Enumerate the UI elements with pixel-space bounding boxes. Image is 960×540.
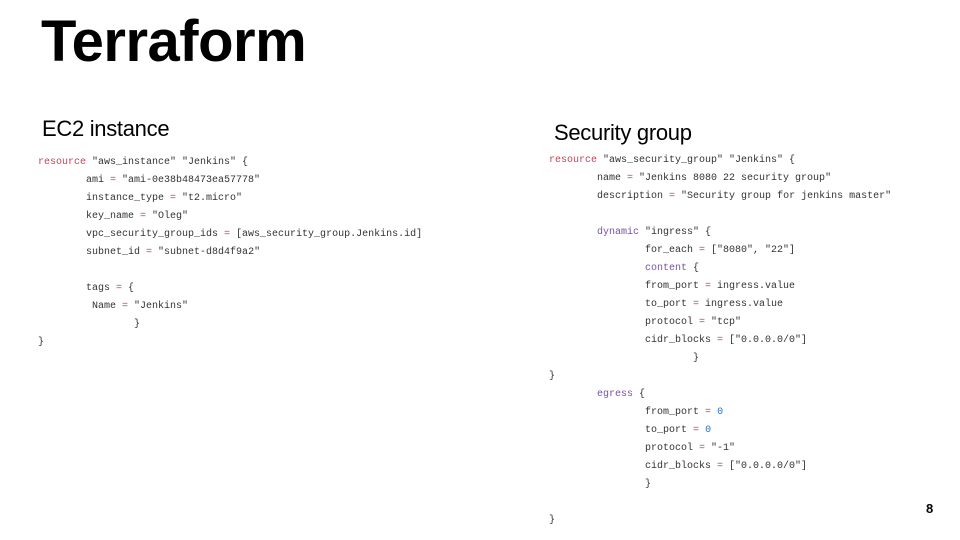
code-line: ami = "ami-0e38b48473ea57778" — [38, 172, 422, 190]
code-token: { — [687, 263, 700, 274]
code-line: from_port = 0 — [549, 404, 891, 422]
code-token: resource — [38, 157, 87, 168]
code-token: name — [549, 173, 628, 184]
code-line: instance_type = "t2.micro" — [38, 190, 422, 208]
code-token: dynamic — [597, 227, 640, 238]
code-line: resource "aws_security_group" "Jenkins" … — [549, 152, 891, 170]
code-token: ["0.0.0.0/0"] — [723, 461, 808, 472]
code-token: "Security group for jenkins master" — [675, 191, 892, 202]
code-token: key_name — [38, 211, 141, 222]
code-token: 0 — [705, 425, 712, 436]
code-token: cidr_blocks — [549, 461, 718, 472]
code-token: subnet_id — [38, 247, 147, 258]
code-line: to_port = ingress.value — [549, 296, 891, 314]
code-token: "aws_instance" "Jenkins" { — [86, 157, 249, 168]
code-token: [aws_security_group.Jenkins.id] — [230, 229, 423, 240]
ec2-code-block: resource "aws_instance" "Jenkins" { ami … — [38, 154, 422, 352]
code-line: subnet_id = "subnet-d8d4f9a2" — [38, 244, 422, 262]
code-token: "tcp" — [705, 317, 742, 328]
code-token: "ingress" { — [639, 227, 712, 238]
code-line: } — [38, 316, 422, 334]
code-token: 0 — [717, 407, 724, 418]
code-token: } — [549, 371, 556, 382]
security-group-heading: Security group — [554, 120, 692, 145]
code-token: vpc_security_group_ids — [38, 229, 225, 240]
code-line: vpc_security_group_ids = [aws_security_g… — [38, 226, 422, 244]
code-token: { — [122, 283, 135, 294]
code-token: content — [645, 263, 688, 274]
code-line: to_port = 0 — [549, 422, 891, 440]
code-line: } — [549, 368, 891, 386]
code-token: resource — [549, 155, 598, 166]
security-group-code-block: resource "aws_security_group" "Jenkins" … — [549, 152, 891, 530]
code-line: content { — [549, 260, 891, 278]
code-token: } — [38, 319, 141, 330]
code-token: "Oleg" — [146, 211, 189, 222]
code-token: "-1" — [705, 443, 736, 454]
code-token: protocol — [549, 443, 700, 454]
code-token: description — [549, 191, 670, 202]
code-line: tags = { — [38, 280, 422, 298]
code-line: for_each = ["8080", "22"] — [549, 242, 891, 260]
code-line: } — [549, 476, 891, 494]
code-token: to_port — [549, 425, 694, 436]
code-line: resource "aws_instance" "Jenkins" { — [38, 154, 422, 172]
code-token: to_port — [549, 299, 694, 310]
ec2-heading: EC2 instance — [42, 116, 170, 141]
code-line: key_name = "Oleg" — [38, 208, 422, 226]
code-line: name = "Jenkins 8080 22 security group" — [549, 170, 891, 188]
code-token: } — [549, 353, 700, 364]
code-line: cidr_blocks = ["0.0.0.0/0"] — [549, 332, 891, 350]
slide-title: Terraform — [41, 9, 307, 74]
code-token: for_each — [549, 245, 700, 256]
code-token: "ami-0e38b48473ea57778" — [116, 175, 261, 186]
page-number: 8 — [926, 501, 934, 516]
code-line: description = "Security group for jenkin… — [549, 188, 891, 206]
code-token: from_port — [549, 281, 706, 292]
code-token: from_port — [549, 407, 706, 418]
code-token: "Jenkins 8080 22 security group" — [633, 173, 832, 184]
code-token: cidr_blocks — [549, 335, 718, 346]
code-token: instance_type — [38, 193, 171, 204]
code-token: Name — [38, 301, 123, 312]
code-token: tags — [38, 283, 117, 294]
code-token: ["8080", "22"] — [705, 245, 796, 256]
code-token: "subnet-d8d4f9a2" — [152, 247, 261, 258]
code-line: protocol = "tcp" — [549, 314, 891, 332]
code-token: } — [549, 479, 652, 490]
code-line: egress { — [549, 386, 891, 404]
code-token: { — [633, 389, 646, 400]
code-token: ami — [38, 175, 111, 186]
code-line: dynamic "ingress" { — [549, 224, 891, 242]
code-token: "aws_security_group" "Jenkins" { — [597, 155, 796, 166]
code-token: protocol — [549, 317, 700, 328]
code-line: } — [549, 350, 891, 368]
code-token: ["0.0.0.0/0"] — [723, 335, 808, 346]
code-token: "Jenkins" — [128, 301, 189, 312]
code-token: ingress.value — [711, 281, 796, 292]
code-line: } — [38, 334, 422, 352]
code-line: from_port = ingress.value — [549, 278, 891, 296]
code-token: egress — [597, 389, 634, 400]
code-line: cidr_blocks = ["0.0.0.0/0"] — [549, 458, 891, 476]
code-line: Name = "Jenkins" — [38, 298, 422, 316]
code-token: } — [549, 515, 556, 526]
code-token: } — [38, 337, 45, 348]
code-token: ingress.value — [699, 299, 784, 310]
code-line: protocol = "-1" — [549, 440, 891, 458]
code-token: "t2.micro" — [176, 193, 243, 204]
code-line: } — [549, 512, 891, 530]
